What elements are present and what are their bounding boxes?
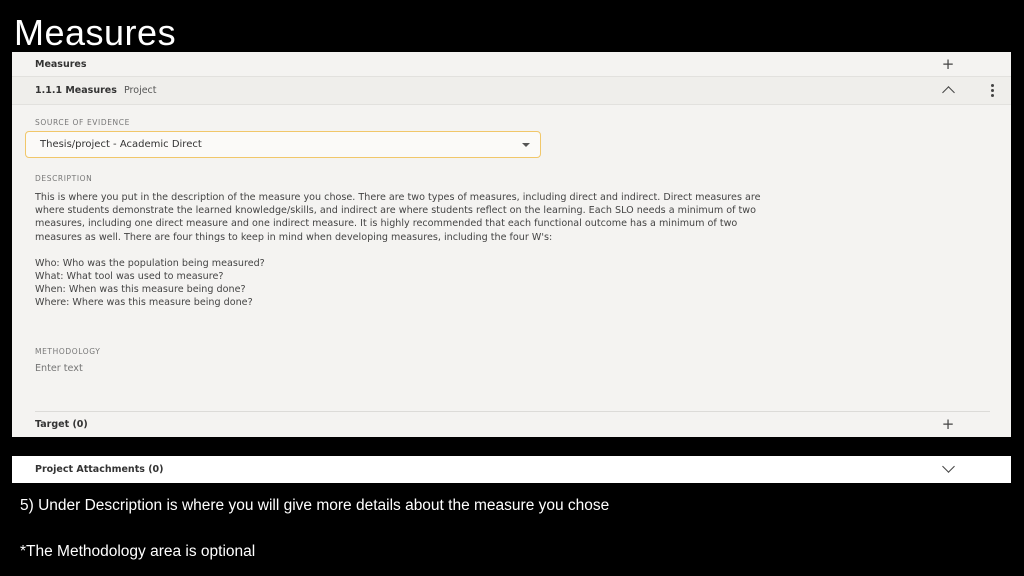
- chevron-down-icon[interactable]: [940, 460, 956, 477]
- plus-icon[interactable]: +: [940, 55, 956, 73]
- description-line: Who: Who was the population being measur…: [35, 257, 265, 269]
- description-label: DESCRIPTION: [35, 174, 93, 183]
- project-attachments-header[interactable]: Project Attachments (0): [12, 456, 1011, 483]
- description-line: Where: Where was this measure being done…: [35, 297, 253, 309]
- caption-methodology: *The Methodology area is optional: [20, 543, 256, 560]
- source-of-evidence-select[interactable]: Thesis/project - Academic Direct: [25, 131, 541, 158]
- measures-section-header[interactable]: Measures +: [12, 52, 1011, 77]
- methodology-label: METHODOLOGY: [35, 347, 101, 356]
- attachments-label: Project Attachments (0): [35, 464, 164, 475]
- source-of-evidence-label: SOURCE OF EVIDENCE: [35, 118, 130, 127]
- measures-panel: Measures + 1.1.1 Measures Project SOURCE…: [12, 52, 1011, 437]
- description-field[interactable]: This is where you put in the description…: [35, 191, 775, 310]
- description-paragraph: This is where you put in the description…: [35, 192, 761, 243]
- plus-icon[interactable]: +: [940, 415, 956, 433]
- methodology-input[interactable]: [35, 363, 435, 374]
- item-type: Project: [124, 85, 157, 96]
- item-title: 1.1.1 Measures: [35, 85, 117, 96]
- caption-description: 5) Under Description is where you will g…: [20, 497, 610, 514]
- measure-item-header[interactable]: 1.1.1 Measures Project: [12, 77, 1011, 105]
- caret-down-icon: [522, 143, 530, 147]
- target-label: Target (0): [35, 418, 88, 430]
- description-line: What: What tool was used to measure?: [35, 271, 224, 283]
- source-of-evidence-value: Thesis/project - Academic Direct: [40, 139, 202, 150]
- kebab-menu-icon[interactable]: [984, 82, 1000, 98]
- slide-title: Measures: [14, 12, 177, 53]
- chevron-up-icon[interactable]: [940, 82, 956, 99]
- section-title: Measures: [35, 58, 87, 70]
- description-line: When: When was this measure being done?: [35, 284, 246, 296]
- target-section-header[interactable]: Target (0) +: [12, 411, 1011, 437]
